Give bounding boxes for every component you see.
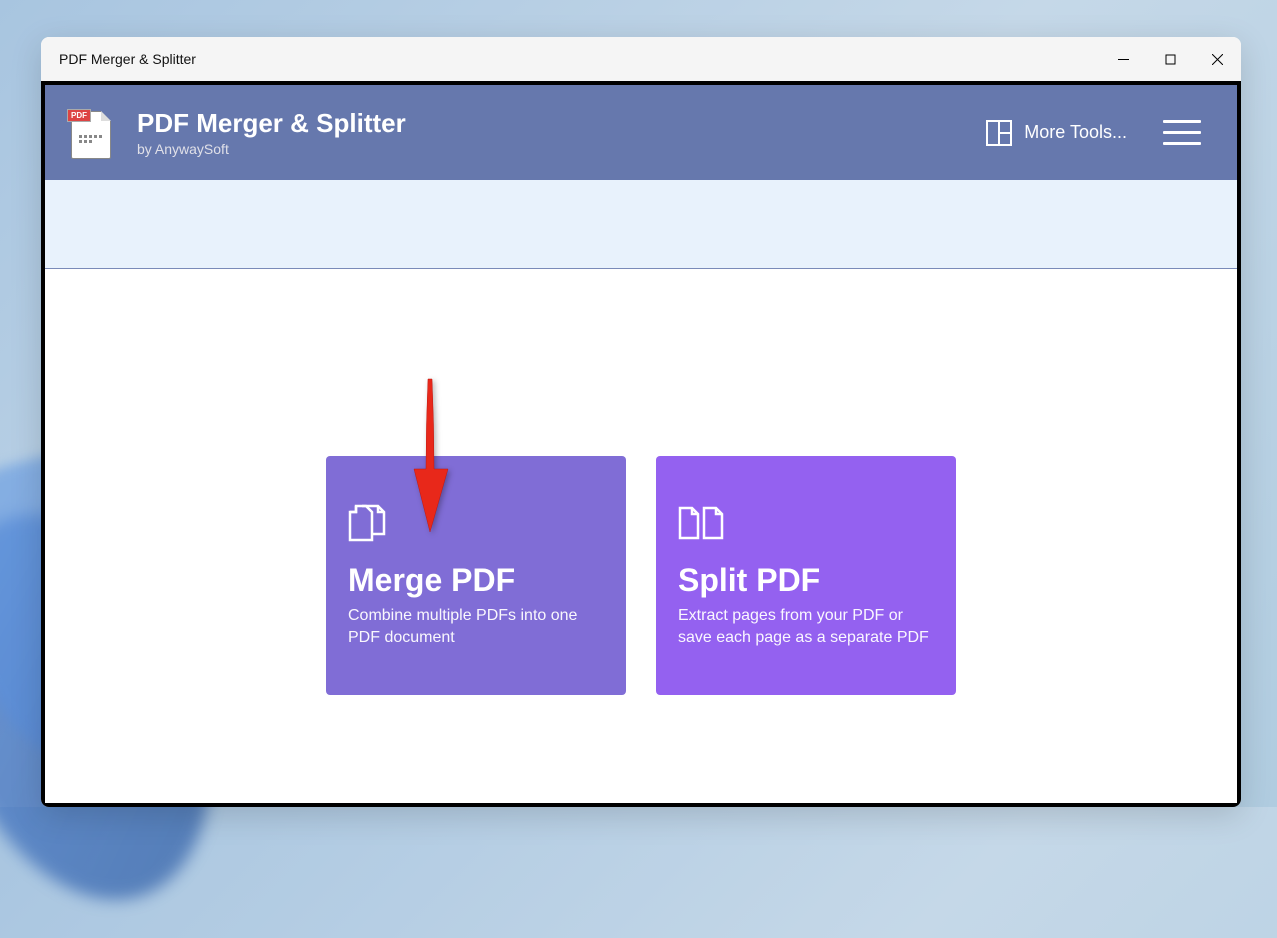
hamburger-icon: [1163, 142, 1201, 145]
app-title-block: PDF Merger & Splitter by AnywaySoft: [137, 108, 406, 157]
merge-icon: [348, 504, 604, 542]
split-pdf-card[interactable]: Split PDF Extract pages from your PDF or…: [656, 456, 956, 695]
more-tools-button[interactable]: More Tools...: [986, 120, 1127, 146]
hamburger-icon: [1163, 131, 1201, 134]
app-window: PDF Merger & Splitter PDF: [41, 37, 1241, 807]
merge-pdf-card[interactable]: Merge PDF Combine multiple PDFs into one…: [326, 456, 626, 695]
annotation-arrow-icon: [400, 374, 460, 544]
app-header-left: PDF PDF Merger & Splitter by AnywaySoft: [67, 107, 406, 159]
merge-card-title: Merge PDF: [348, 562, 604, 599]
app-header-right: More Tools...: [986, 116, 1205, 149]
minimize-icon: [1118, 54, 1129, 65]
app-inner: PDF PDF Merger & Splitter by AnywaySoft: [45, 85, 1237, 803]
grid-icon: [986, 120, 1012, 146]
split-icon: [678, 504, 934, 542]
banner-area: [45, 180, 1237, 269]
window-title: PDF Merger & Splitter: [59, 51, 196, 67]
hamburger-icon: [1163, 120, 1201, 123]
split-card-description: Extract pages from your PDF or save each…: [678, 605, 934, 650]
app-logo-badge: PDF: [67, 109, 91, 122]
main-area: Merge PDF Combine multiple PDFs into one…: [45, 269, 1237, 803]
hamburger-menu-button[interactable]: [1159, 116, 1205, 149]
maximize-icon: [1165, 54, 1176, 65]
more-tools-label: More Tools...: [1024, 122, 1127, 143]
merge-card-description: Combine multiple PDFs into one PDF docum…: [348, 605, 604, 650]
maximize-button[interactable]: [1147, 37, 1194, 81]
app-logo: PDF: [67, 107, 115, 159]
close-button[interactable]: [1194, 37, 1241, 81]
app-header: PDF PDF Merger & Splitter by AnywaySoft: [45, 85, 1237, 180]
window-titlebar[interactable]: PDF Merger & Splitter: [41, 37, 1241, 81]
app-subtitle: by AnywaySoft: [137, 141, 406, 157]
app-title: PDF Merger & Splitter: [137, 108, 406, 139]
window-controls: [1100, 37, 1241, 81]
close-icon: [1212, 54, 1223, 65]
minimize-button[interactable]: [1100, 37, 1147, 81]
app-content-frame: PDF PDF Merger & Splitter by AnywaySoft: [41, 81, 1241, 807]
split-card-title: Split PDF: [678, 562, 934, 599]
